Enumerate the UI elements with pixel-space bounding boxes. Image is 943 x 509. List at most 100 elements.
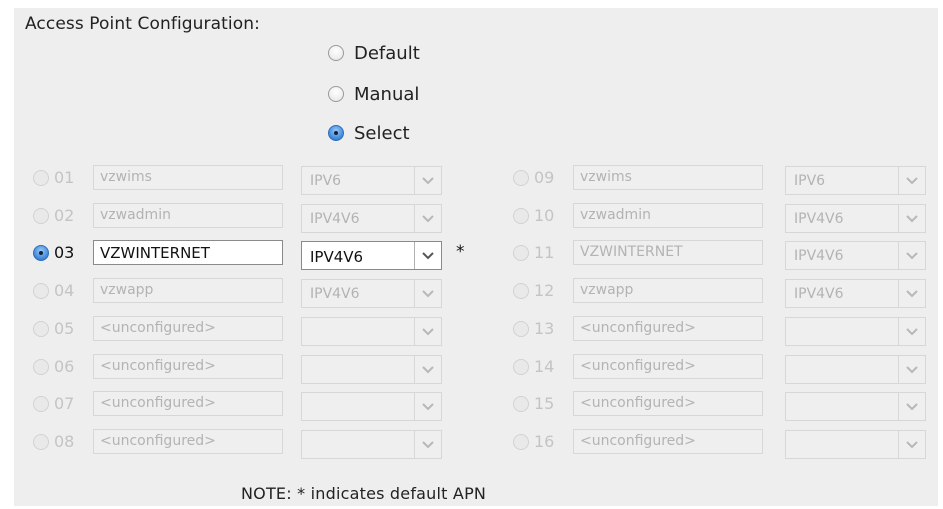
ip-type-select[interactable] (301, 430, 442, 459)
radio-button-icon[interactable] (513, 245, 529, 261)
apn-number: 16 (534, 432, 555, 451)
ip-type-select[interactable] (785, 317, 926, 346)
ip-type-select[interactable] (785, 355, 926, 384)
ip-type-select[interactable] (785, 392, 926, 421)
chevron-down-icon[interactable] (898, 356, 925, 383)
chevron-down-icon[interactable] (414, 431, 441, 458)
apn-name-input[interactable]: vzwadmin (93, 203, 283, 228)
radio-button-icon[interactable] (33, 245, 49, 261)
radio-button-icon[interactable] (328, 45, 344, 61)
apn-number: 10 (534, 206, 555, 225)
ip-type-select[interactable]: IPV4V6 (301, 204, 442, 233)
ip-type-select[interactable] (301, 355, 442, 384)
mode-label-select: Select (354, 122, 410, 144)
mode-option-manual[interactable]: Manual (328, 81, 419, 107)
default-apn-note: NOTE: * indicates default APN (241, 484, 487, 503)
chevron-down-icon[interactable] (414, 167, 441, 194)
chevron-down-icon[interactable] (414, 205, 441, 232)
radio-button-icon[interactable] (513, 434, 529, 450)
chevron-down-icon[interactable] (414, 280, 441, 307)
chevron-down-icon[interactable] (898, 393, 925, 420)
apn-number: 07 (54, 394, 75, 413)
ip-type-select[interactable]: IPV4V6 (301, 279, 442, 308)
apn-number: 12 (534, 281, 555, 300)
chevron-down-icon[interactable] (898, 205, 925, 232)
ip-type-value: IPV4V6 (794, 211, 844, 227)
ip-type-select[interactable] (301, 317, 442, 346)
ip-type-select[interactable]: IPV4V6 (785, 204, 926, 233)
apn-name-input[interactable]: <unconfigured> (93, 354, 283, 379)
apn-name-input[interactable]: <unconfigured> (573, 354, 763, 379)
apn-name-input[interactable]: <unconfigured> (573, 429, 763, 454)
ip-type-value: IPV4V6 (794, 286, 844, 302)
chevron-down-icon[interactable] (898, 167, 925, 194)
apn-name-input[interactable]: <unconfigured> (573, 316, 763, 341)
chevron-down-icon[interactable] (898, 280, 925, 307)
apn-number: 03 (54, 243, 75, 262)
apn-name-input[interactable]: vzwapp (93, 278, 283, 303)
apn-number: 01 (54, 168, 75, 187)
ip-type-value: IPV4V6 (310, 211, 360, 227)
ip-type-select[interactable]: IPV6 (785, 166, 926, 195)
apn-name-input[interactable]: VZWINTERNET (93, 240, 283, 265)
apn-name-input[interactable]: <unconfigured> (93, 429, 283, 454)
chevron-down-icon[interactable] (414, 393, 441, 420)
apn-name-input[interactable]: vzwadmin (573, 203, 763, 228)
mode-option-select[interactable]: Select (328, 120, 410, 146)
ip-type-select[interactable] (301, 392, 442, 421)
radio-button-icon[interactable] (513, 359, 529, 375)
ip-type-select[interactable] (785, 430, 926, 459)
apn-number: 11 (534, 243, 555, 262)
radio-button-icon[interactable] (33, 170, 49, 186)
apn-name-input[interactable]: vzwapp (573, 278, 763, 303)
ip-type-select[interactable]: IPV4V6 (785, 279, 926, 308)
radio-button-icon[interactable] (328, 125, 344, 141)
radio-button-icon[interactable] (33, 208, 49, 224)
apn-number: 13 (534, 319, 555, 338)
mode-option-default[interactable]: Default (328, 40, 420, 66)
radio-button-icon[interactable] (33, 434, 49, 450)
ip-type-select[interactable]: IPV4V6 (785, 241, 926, 270)
chevron-down-icon[interactable] (414, 356, 441, 383)
apn-name-input[interactable]: <unconfigured> (573, 391, 763, 416)
apn-name-input[interactable]: <unconfigured> (93, 316, 283, 341)
ip-type-value: IPV4V6 (310, 286, 360, 302)
chevron-down-icon[interactable] (898, 242, 925, 269)
mode-label-default: Default (354, 42, 420, 64)
radio-button-icon[interactable] (513, 396, 529, 412)
apn-name-input[interactable]: vzwims (573, 165, 763, 190)
apn-name-input[interactable]: <unconfigured> (93, 391, 283, 416)
radio-button-icon[interactable] (513, 321, 529, 337)
apn-number: 09 (534, 168, 555, 187)
ip-type-value: IPV6 (310, 173, 342, 189)
apn-name-input[interactable]: vzwims (93, 165, 283, 190)
radio-button-icon[interactable] (513, 283, 529, 299)
apn-number: 05 (54, 319, 75, 338)
section-title: Access Point Configuration: (25, 14, 260, 34)
radio-button-icon[interactable] (33, 396, 49, 412)
apn-number: 08 (54, 432, 75, 451)
mode-label-manual: Manual (354, 83, 420, 105)
radio-button-icon[interactable] (513, 170, 529, 186)
radio-button-icon[interactable] (33, 359, 49, 375)
radio-button-icon[interactable] (33, 321, 49, 337)
ip-type-select[interactable]: IPV6 (301, 166, 442, 195)
chevron-down-icon[interactable] (898, 431, 925, 458)
ip-type-value: IPV6 (794, 173, 826, 189)
apn-number: 02 (54, 206, 75, 225)
apn-name-input[interactable]: VZWINTERNET (573, 240, 763, 265)
radio-button-icon[interactable] (328, 86, 344, 102)
radio-button-icon[interactable] (33, 283, 49, 299)
apn-number: 14 (534, 357, 555, 376)
ip-type-value: IPV4V6 (794, 248, 844, 264)
apn-number: 06 (54, 357, 75, 376)
chevron-down-icon[interactable] (414, 242, 441, 269)
chevron-down-icon[interactable] (414, 318, 441, 345)
apn-number: 15 (534, 394, 555, 413)
ip-type-value: IPV4V6 (310, 248, 364, 266)
apn-number: 04 (54, 281, 75, 300)
default-apn-marker: * (456, 242, 465, 262)
chevron-down-icon[interactable] (898, 318, 925, 345)
radio-button-icon[interactable] (513, 208, 529, 224)
ip-type-select[interactable]: IPV4V6 (301, 241, 442, 270)
